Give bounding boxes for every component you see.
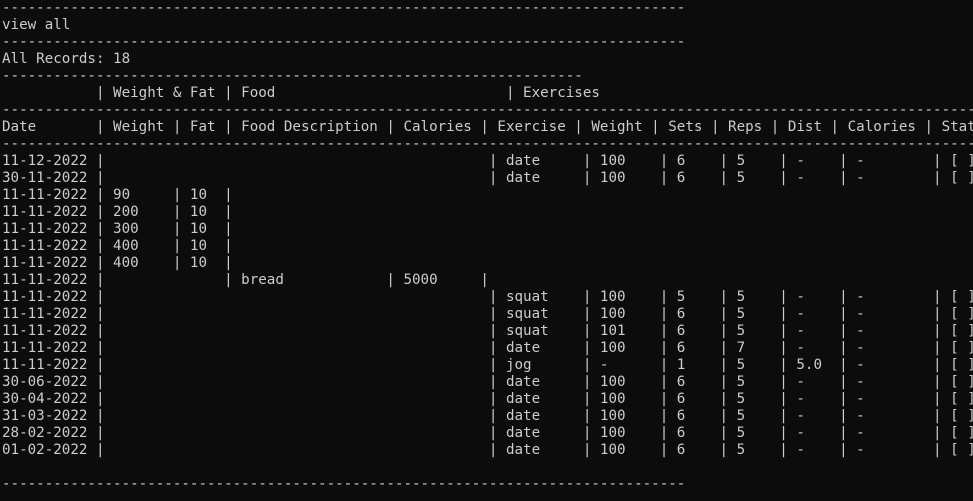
terminal-line: Date | Weight | Fat | Food Description |… — [2, 119, 973, 135]
terminal-line: 11-11-2022 | 400 | 10 | — [2, 238, 233, 254]
terminal-line: 11-11-2022 | 200 | 10 | — [2, 204, 233, 220]
terminal-line: view all — [2, 17, 71, 33]
terminal-line: 11-12-2022 | | date | 100 | 6 | 5 | - | … — [2, 153, 973, 169]
terminal-line: ----------------------------------------… — [2, 34, 686, 50]
terminal-line: 11-11-2022 | 90 | 10 | — [2, 187, 233, 203]
terminal-line: 01-02-2022 | | date | 100 | 6 | 5 | - | … — [2, 442, 973, 458]
terminal-line: 28-02-2022 | | date | 100 | 6 | 5 | - | … — [2, 425, 973, 441]
terminal-line: 11-11-2022 | 300 | 10 | — [2, 221, 233, 237]
terminal-line: ----------------------------------------… — [2, 68, 583, 84]
terminal-line: 11-11-2022 | | squat | 100 | 5 | 5 | - |… — [2, 289, 973, 305]
terminal-line: ----------------------------------------… — [2, 0, 686, 16]
terminal-line: ----------------------------------------… — [2, 136, 973, 152]
terminal-line: ----------------------------------------… — [2, 102, 973, 118]
terminal-line: ----------------------------------------… — [2, 476, 686, 492]
terminal-line: 11-11-2022 | | squat | 100 | 6 | 5 | - |… — [2, 306, 973, 322]
terminal-line: 30-06-2022 | | date | 100 | 6 | 5 | - | … — [2, 374, 973, 390]
terminal-window[interactable]: ----------------------------------------… — [0, 0, 973, 501]
terminal-line: 30-04-2022 | | date | 100 | 6 | 5 | - | … — [2, 391, 973, 407]
terminal-line: All Records: 18 — [2, 51, 131, 67]
terminal-line: 31-03-2022 | | date | 100 | 6 | 5 | - | … — [2, 408, 973, 424]
terminal-line: 11-11-2022 | 400 | 10 | — [2, 255, 233, 271]
terminal-line: | Weight & Fat | Food | Exercises — [2, 85, 600, 101]
terminal-line: 11-11-2022 | | squat | 101 | 6 | 5 | - |… — [2, 323, 973, 339]
terminal-output: ----------------------------------------… — [2, 0, 973, 493]
terminal-line: 11-11-2022 | | jog | - | 1 | 5 | 5.0 | -… — [2, 357, 973, 373]
terminal-line: 30-11-2022 | | date | 100 | 6 | 5 | - | … — [2, 170, 973, 186]
terminal-line: 11-11-2022 | | bread | 5000 | — [2, 272, 489, 288]
terminal-line: 11-11-2022 | | date | 100 | 6 | 7 | - | … — [2, 340, 973, 356]
